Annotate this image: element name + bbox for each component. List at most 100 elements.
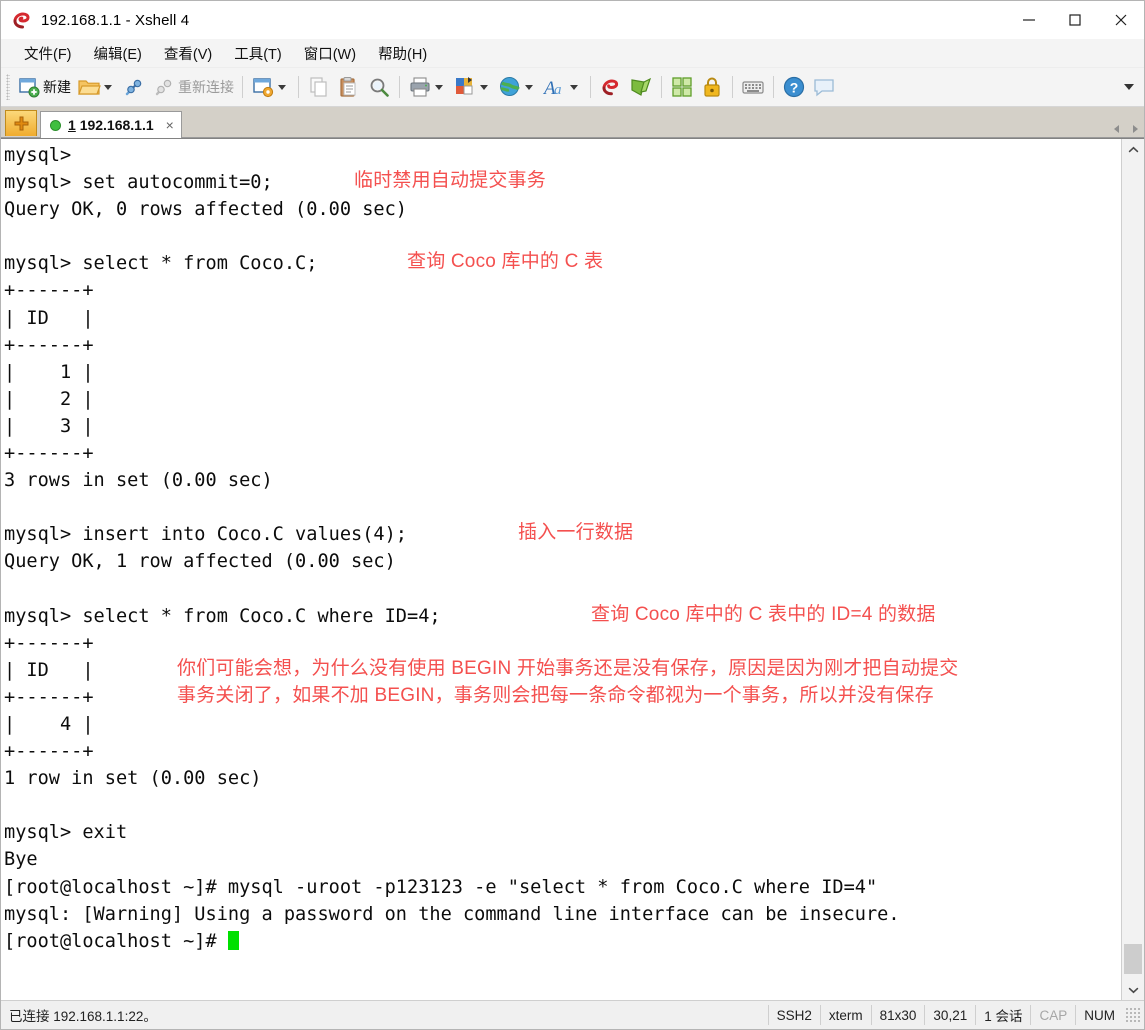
tab-status-connected-icon xyxy=(50,119,61,131)
toolbar-separator xyxy=(590,76,591,98)
status-bar: 已连接 192.168.1.1:22。 SSH2 xterm 81x30 30,… xyxy=(1,1000,1144,1029)
terminal-annotation: 插入一行数据 xyxy=(518,522,634,544)
terminal-line: +------+ xyxy=(4,741,94,763)
globe-button[interactable] xyxy=(495,72,540,102)
xftp-icon[interactable] xyxy=(626,72,656,102)
tab-bar: 1 192.168.1.1 × xyxy=(1,107,1144,138)
color-transfer-dropdown-icon[interactable] xyxy=(480,84,488,90)
arrange-windows-button[interactable] xyxy=(667,72,697,102)
terminal-line: | 4 | xyxy=(4,713,94,735)
tab-title: 192.168.1.1 xyxy=(79,117,154,133)
lock-icon[interactable] xyxy=(697,72,727,102)
tab-nav-next-icon[interactable] xyxy=(1133,125,1138,133)
svg-text:a: a xyxy=(554,82,562,98)
terminal-line: Query OK, 1 row affected (0.00 sec) xyxy=(4,551,396,573)
scroll-down-button[interactable] xyxy=(1122,980,1144,1000)
tab-label: 1 192.168.1.1 xyxy=(68,117,154,133)
terminal-annotation: 查询 Coco 库中的 C 表 xyxy=(407,251,604,273)
session-properties-button[interactable] xyxy=(248,72,293,102)
find-button[interactable] xyxy=(364,72,394,102)
reconnect-label: 重新连接 xyxy=(178,79,234,95)
tab-nav xyxy=(1114,125,1138,133)
tab-nav-prev-icon[interactable] xyxy=(1114,125,1119,133)
close-button[interactable] xyxy=(1098,1,1144,39)
status-num-indicator: NUM xyxy=(1075,1005,1123,1025)
toolbar: 新建 重新连接 A a ? xyxy=(1,68,1144,107)
terminal-cursor xyxy=(227,930,239,950)
tab-index: 1 xyxy=(68,117,76,133)
new-session-button[interactable]: 新建 xyxy=(14,72,74,102)
menu-tools[interactable]: 工具(T) xyxy=(225,40,291,67)
terminal-line: | 2 | xyxy=(4,388,94,410)
menu-help[interactable]: 帮助(H) xyxy=(369,40,436,67)
terminal-annotation: 你们可能会想，为什么没有使用 BEGIN 开始事务还是没有保存，原因是因为刚才把… xyxy=(177,657,959,679)
copy-button[interactable] xyxy=(304,72,334,102)
terminal-line: [root@localhost ~]# xyxy=(4,928,1121,955)
font-button[interactable]: A a xyxy=(540,72,585,102)
toolbar-separator xyxy=(298,76,299,98)
menu-edit[interactable]: 编辑(E) xyxy=(85,40,151,67)
terminal-line: Bye xyxy=(4,849,38,871)
toolbar-grip[interactable] xyxy=(6,74,10,100)
print-dropdown-icon[interactable] xyxy=(435,84,443,90)
terminal-line: mysql> select * from Coco.C where ID=4; xyxy=(4,605,441,627)
terminal-line: +------+ xyxy=(4,632,94,654)
terminal-annotation: 事务关闭了，如果不加 BEGIN，事务则会把每一条命令都视为一个事务，所以并没有… xyxy=(177,685,934,706)
color-transfer-button[interactable] xyxy=(450,72,495,102)
feedback-icon[interactable] xyxy=(809,72,839,102)
resize-grip-icon[interactable] xyxy=(1125,1007,1141,1023)
scroll-track[interactable] xyxy=(1122,159,1144,980)
new-session-label: 新建 xyxy=(43,79,71,95)
terminal-line: +------+ xyxy=(4,443,94,465)
xshell-logo-icon xyxy=(11,9,33,31)
terminal-line: mysql> set autocommit=0; xyxy=(4,172,273,194)
terminal-line: 3 rows in set (0.00 sec) xyxy=(4,470,273,492)
toolbar-separator xyxy=(399,76,400,98)
window-title: 192.168.1.1 - Xshell 4 xyxy=(41,11,190,29)
status-cursor-pos: 30,21 xyxy=(924,1005,975,1025)
tab-close-icon[interactable]: × xyxy=(166,118,174,132)
maximize-button[interactable] xyxy=(1052,1,1098,39)
toolbar-overflow-icon[interactable] xyxy=(1124,84,1134,90)
toolbar-separator xyxy=(732,76,733,98)
help-icon[interactable]: ? xyxy=(779,72,809,102)
paste-button[interactable] xyxy=(334,72,364,102)
terminal-output[interactable]: mysql> mysql> set autocommit=0; Query OK, … xyxy=(1,139,1121,1000)
open-folder-dropdown-icon[interactable] xyxy=(104,84,112,90)
terminal-line: | 1 | xyxy=(4,361,94,383)
terminal-line: Query OK, 0 rows affected (0.00 sec) xyxy=(4,199,407,221)
terminal-line: [root@localhost ~]# mysql -uroot -p12312… xyxy=(4,876,878,898)
scroll-up-button[interactable] xyxy=(1122,139,1144,159)
reconnect-button[interactable]: 重新连接 xyxy=(149,72,237,102)
xshell-icon[interactable] xyxy=(596,72,626,102)
terminal-annotation: 临时禁用自动提交事务 xyxy=(354,170,547,192)
session-properties-dropdown-icon[interactable] xyxy=(278,84,286,90)
menu-view[interactable]: 查看(V) xyxy=(155,40,221,67)
menu-window[interactable]: 窗口(W) xyxy=(295,40,365,67)
terminal-line: | ID | xyxy=(4,307,94,329)
print-button[interactable] xyxy=(405,72,450,102)
open-folder-button[interactable] xyxy=(74,72,119,102)
status-sessions: 1 会话 xyxy=(975,1005,1030,1025)
status-protocol: SSH2 xyxy=(767,1005,820,1025)
new-tab-button[interactable] xyxy=(5,110,37,136)
keyboard-icon[interactable] xyxy=(738,72,768,102)
terminal-line: mysql> xyxy=(4,145,72,166)
menu-file[interactable]: 文件(F) xyxy=(15,40,81,67)
font-dropdown-icon[interactable] xyxy=(570,84,578,90)
terminal-scrollbar[interactable] xyxy=(1121,139,1144,1000)
svg-text:?: ? xyxy=(790,80,799,96)
session-tab-1[interactable]: 1 192.168.1.1 × xyxy=(40,111,182,138)
terminal-line: mysql: [Warning] Using a password on the… xyxy=(4,903,900,925)
globe-dropdown-icon[interactable] xyxy=(525,84,533,90)
minimize-button[interactable] xyxy=(1006,1,1052,39)
status-cap-indicator: CAP xyxy=(1030,1005,1075,1025)
terminal-line: mysql> exit xyxy=(4,822,128,844)
connect-button[interactable] xyxy=(119,72,149,102)
scroll-thumb[interactable] xyxy=(1124,944,1142,974)
terminal-line: 1 row in set (0.00 sec) xyxy=(4,768,262,790)
